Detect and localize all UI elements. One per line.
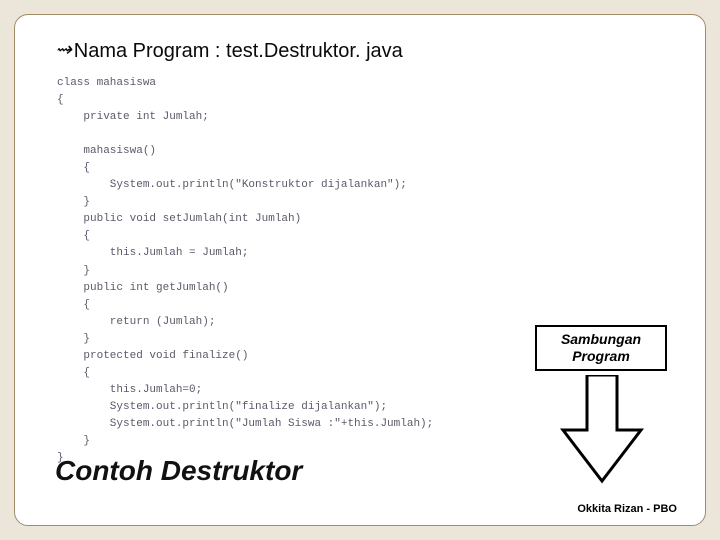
continuation-callout: Sambungan Program bbox=[535, 325, 667, 371]
footer-author: Okkita Rizan - PBO bbox=[577, 503, 677, 515]
code-block: class mahasiswa { private int Jumlah; ma… bbox=[55, 73, 485, 467]
slide-frame: ⇝Nama Program : test.Destruktor. java cl… bbox=[14, 14, 706, 526]
callout-line1: Sambungan bbox=[561, 331, 641, 347]
heading-line: ⇝Nama Program : test.Destruktor. java bbox=[55, 37, 675, 63]
arrow-down-icon bbox=[559, 375, 645, 490]
callout-line2: Program bbox=[572, 348, 630, 364]
bullet-icon: ⇝ bbox=[55, 37, 72, 62]
heading-text: Nama Program : test.Destruktor. java bbox=[74, 40, 403, 62]
slide-title: Contoh Destruktor bbox=[55, 455, 302, 487]
